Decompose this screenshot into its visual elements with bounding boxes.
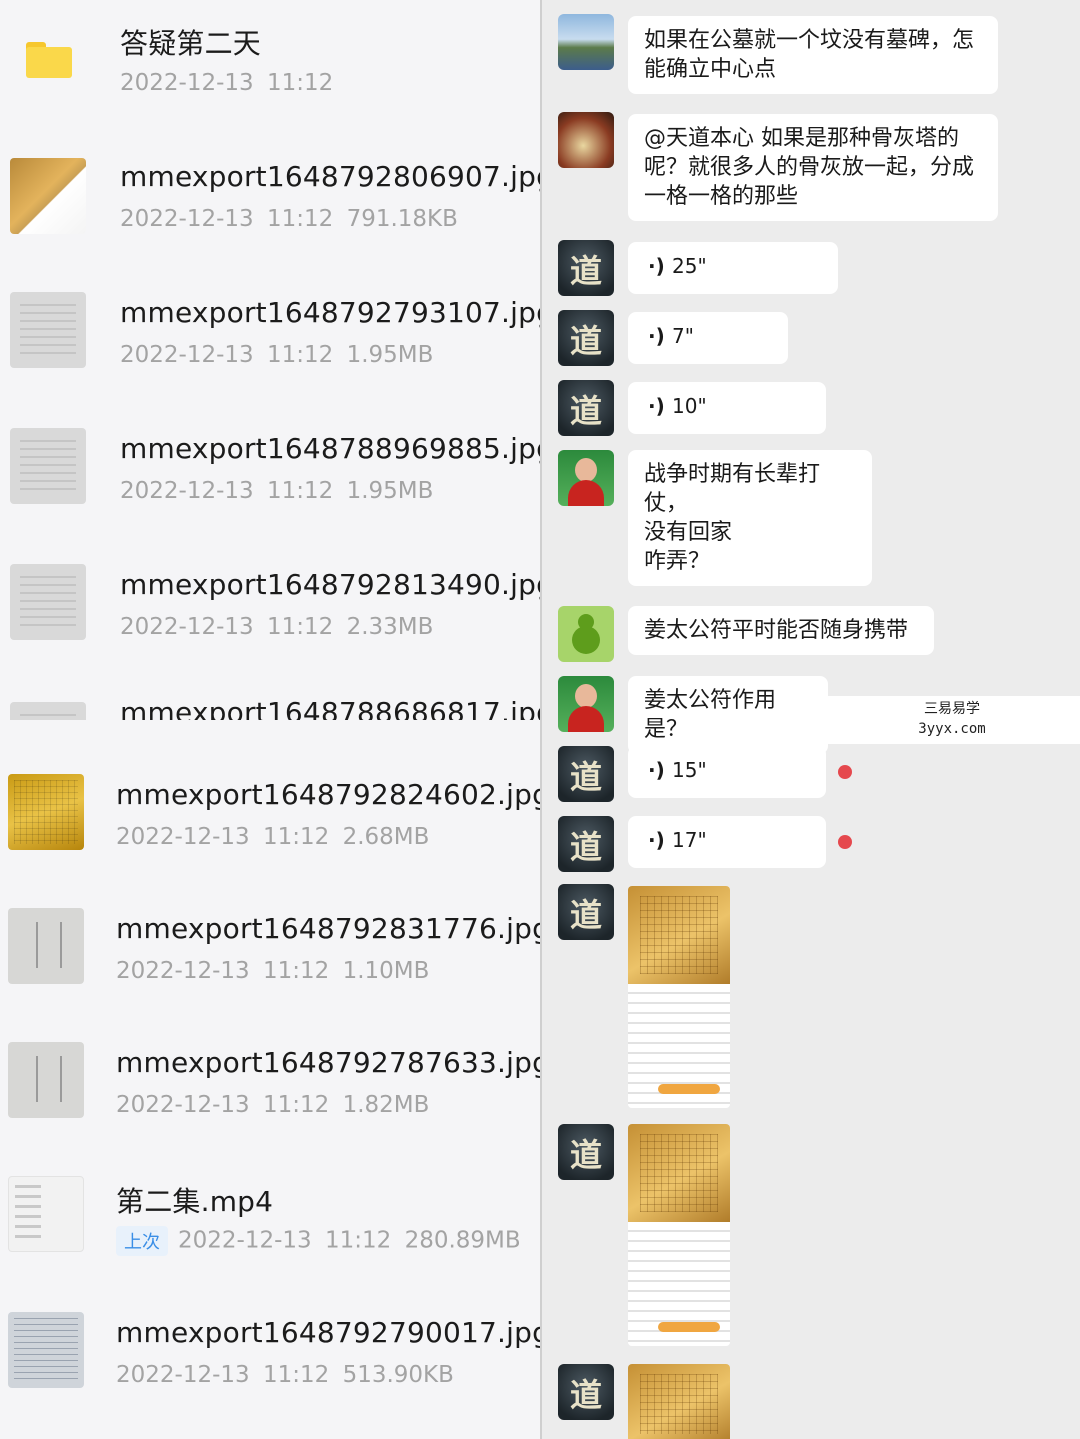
voice-wave-icon: ·) bbox=[648, 828, 665, 852]
file-row[interactable]: mmexport1648788969885.jpg 2022-12-13 11:… bbox=[0, 412, 540, 532]
file-name: mmexport1648792793107.jpg bbox=[120, 296, 540, 329]
image-thumbnail bbox=[8, 1042, 84, 1118]
last-watched-badge: 上次 bbox=[116, 1226, 168, 1256]
voice-message[interactable]: ·) 10" bbox=[628, 382, 826, 434]
unread-dot bbox=[838, 765, 852, 779]
file-meta: 2022-12-13 11:12 1.95MB bbox=[120, 478, 434, 504]
file-row[interactable]: mmexport1648792824602.jpg 2022-12-13 11:… bbox=[0, 758, 540, 878]
image-thumbnail bbox=[10, 158, 86, 234]
avatar[interactable] bbox=[558, 606, 614, 662]
avatar[interactable]: 道 bbox=[558, 380, 614, 436]
avatar[interactable]: 道 bbox=[558, 816, 614, 872]
image-thumbnail bbox=[10, 428, 86, 504]
image-thumbnail bbox=[8, 908, 84, 984]
avatar[interactable]: 道 bbox=[558, 310, 614, 366]
file-name: 第二集.mp4 bbox=[116, 1185, 274, 1218]
text-message[interactable]: @天道本心 如果是那种骨灰塔的呢？就很多人的骨灰放一起，分成一格一格的那些 bbox=[628, 114, 998, 221]
voice-message[interactable]: ·) 17" bbox=[628, 816, 826, 868]
file-meta: 2022-12-13 11:12 1.95MB bbox=[120, 342, 434, 368]
avatar[interactable] bbox=[558, 450, 614, 506]
file-meta: 2022-12-13 11:12 791.18KB bbox=[120, 206, 458, 232]
file-meta: 2022-12-13 11:12 513.90KB bbox=[116, 1362, 454, 1388]
file-name: mmexport1648792831776.jpg bbox=[116, 912, 540, 945]
avatar[interactable] bbox=[558, 14, 614, 70]
file-meta: 2022-12-13 11:12 2.33MB bbox=[120, 614, 434, 640]
file-name: mmexport1648792824602.jpg bbox=[116, 778, 540, 811]
file-meta: 2022-12-13 11:12 1.82MB bbox=[116, 1092, 430, 1118]
image-thumbnail bbox=[8, 774, 84, 850]
watermark-title: 三易易学 bbox=[924, 701, 980, 717]
text-message[interactable]: 战争时期有长辈打仗， 没有回家 咋弄？ bbox=[628, 450, 872, 586]
image-thumbnail bbox=[10, 702, 86, 720]
voice-wave-icon: ·) bbox=[648, 324, 665, 348]
file-row[interactable]: mmexport1648792787633.jpg 2022-12-13 11:… bbox=[0, 1026, 540, 1146]
file-meta: 2022-12-13 11:12 1.10MB bbox=[116, 958, 430, 984]
file-name: 答疑第二天 bbox=[120, 27, 262, 60]
file-name: mmexport1648792790017.jpg bbox=[116, 1316, 540, 1349]
file-meta: 上次 2022-12-13 11:12 280.89MB bbox=[116, 1226, 521, 1256]
avatar[interactable]: 道 bbox=[558, 1124, 614, 1180]
file-row[interactable]: mmexport1648792793107.jpg 2022-12-13 11:… bbox=[0, 276, 540, 396]
file-meta: 2022-12-13 11:12 bbox=[120, 70, 334, 96]
file-meta: 2022-12-13 11:12 2.68MB bbox=[116, 824, 430, 850]
image-thumbnail bbox=[10, 564, 86, 640]
voice-message[interactable]: ·) 7" bbox=[628, 312, 788, 364]
voice-message[interactable]: ·) 15" bbox=[628, 746, 826, 798]
watermark-url: 3yyx.com bbox=[918, 721, 986, 737]
voice-wave-icon: ·) bbox=[648, 254, 665, 278]
text-message[interactable]: 姜太公符平时能否随身携带 bbox=[628, 606, 934, 655]
avatar[interactable]: 道 bbox=[558, 746, 614, 802]
file-row-video[interactable]: 第二集.mp4 上次 2022-12-13 11:12 280.89MB bbox=[0, 1162, 540, 1282]
avatar[interactable] bbox=[558, 676, 614, 732]
image-thumbnail bbox=[10, 292, 86, 368]
file-name: mmexport1648792806907.jpg bbox=[120, 160, 540, 193]
voice-wave-icon: ·) bbox=[648, 394, 665, 418]
image-message[interactable] bbox=[628, 1364, 730, 1439]
file-row[interactable]: mmexport1648792806907.jpg 2022-12-13 11:… bbox=[0, 140, 540, 260]
watermark: 三易易学 3yyx.com bbox=[824, 696, 1080, 744]
image-thumbnail bbox=[8, 1312, 84, 1388]
file-name: mmexport1648792813490.jpg bbox=[120, 568, 540, 601]
file-name: mmexport1648788969885.jpg bbox=[120, 432, 540, 465]
text-message[interactable]: 姜太公符作用是？ bbox=[628, 676, 828, 754]
image-message[interactable] bbox=[628, 886, 730, 1108]
file-list-panel: 答疑第二天 2022-12-13 11:12 mmexport164879280… bbox=[0, 0, 540, 1439]
avatar[interactable]: 道 bbox=[558, 1364, 614, 1420]
file-name: mmexport1648788686817.jpg bbox=[120, 700, 540, 720]
file-row[interactable]: mmexport1648792790017.jpg 2022-12-13 11:… bbox=[0, 1296, 540, 1416]
voice-wave-icon: ·) bbox=[648, 758, 665, 782]
file-row-partial[interactable]: mmexport1648788686817.jpg bbox=[0, 700, 540, 720]
file-row-folder[interactable]: 答疑第二天 2022-12-13 11:12 bbox=[0, 0, 540, 120]
file-name: mmexport1648792787633.jpg bbox=[116, 1046, 540, 1079]
file-row[interactable]: mmexport1648792831776.jpg 2022-12-13 11:… bbox=[0, 892, 540, 1012]
unread-dot bbox=[838, 835, 852, 849]
voice-message[interactable]: ·) 25" bbox=[628, 242, 838, 294]
image-message[interactable] bbox=[628, 1124, 730, 1346]
text-message[interactable]: 如果在公墓就一个坟没有墓碑，怎能确立中心点 bbox=[628, 16, 998, 94]
file-row[interactable]: mmexport1648792813490.jpg 2022-12-13 11:… bbox=[0, 548, 540, 668]
avatar[interactable]: 道 bbox=[558, 240, 614, 296]
folder-icon bbox=[26, 42, 72, 78]
avatar[interactable]: 道 bbox=[558, 884, 614, 940]
avatar[interactable] bbox=[558, 112, 614, 168]
video-thumbnail bbox=[8, 1176, 84, 1252]
